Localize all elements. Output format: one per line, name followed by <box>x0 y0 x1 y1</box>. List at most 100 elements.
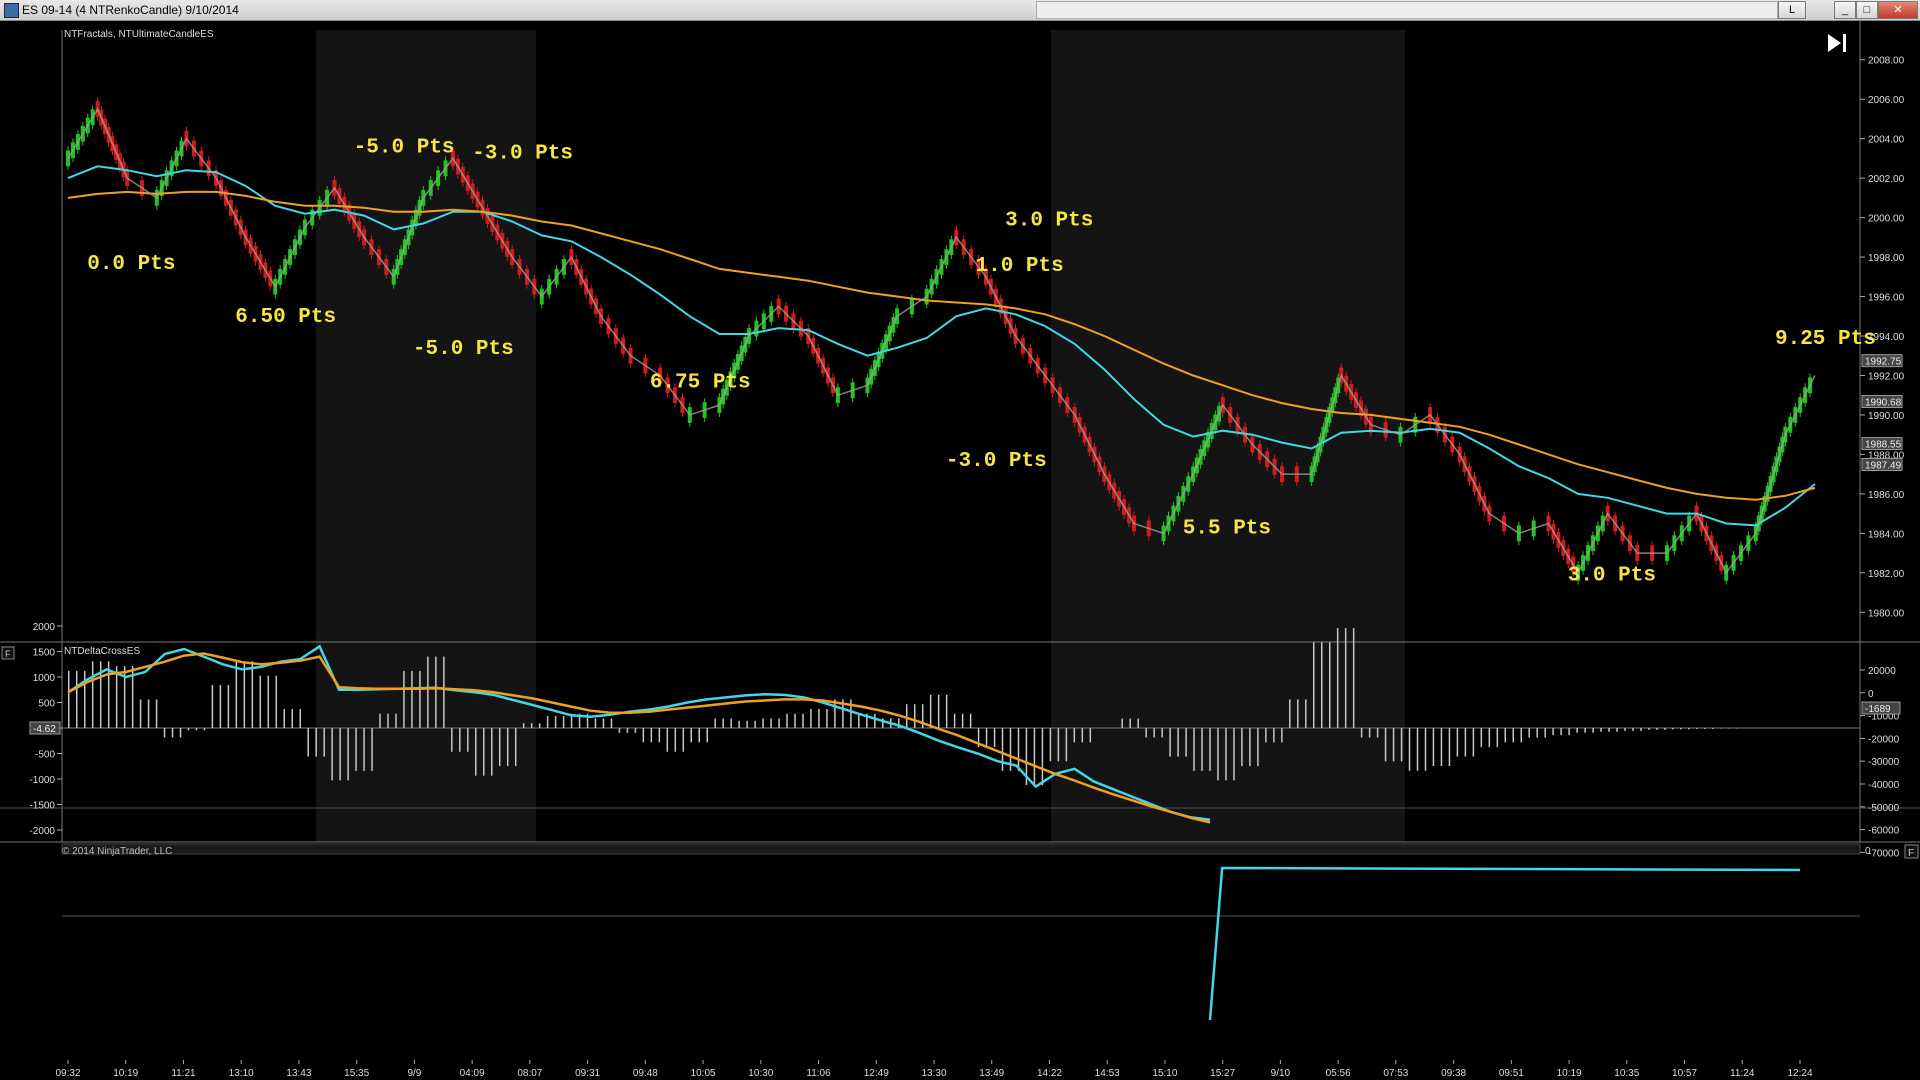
delta-histogram-bar <box>139 699 142 728</box>
maximize-button[interactable]: □ <box>1856 1 1878 19</box>
delta-histogram-bar <box>1440 728 1443 767</box>
x-tick-label: 13:30 <box>921 1068 946 1079</box>
panel-float-glyph: F <box>5 649 11 659</box>
delta-histogram-bar <box>1312 642 1315 728</box>
delta-histogram-bar <box>674 728 677 752</box>
delta-histogram-bar <box>1297 699 1299 728</box>
chart-canvas[interactable]: NTFractals, NTUltimateCandleES NTDeltaCr… <box>0 20 1920 1080</box>
delta-histogram-bar <box>1352 628 1355 728</box>
delta-histogram-bar <box>706 728 708 743</box>
delta-histogram-bar <box>155 699 158 728</box>
delta-histogram-bar <box>1057 728 1060 762</box>
delta-histogram-bar <box>219 685 222 728</box>
delta-right-tick-label: -60000 <box>1868 826 1900 837</box>
delta-histogram-bar <box>1648 728 1650 730</box>
x-tick-label: 13:49 <box>979 1068 1004 1079</box>
delta-histogram-bar <box>1584 728 1586 733</box>
x-tick-label: 09:51 <box>1499 1068 1524 1079</box>
delta-histogram-bar <box>610 718 613 728</box>
delta-histogram-bar <box>91 661 94 728</box>
delta-histogram-bar <box>1177 728 1179 757</box>
delta-histogram-bar <box>171 728 174 738</box>
trade-result-label: 9.25 Pts <box>1775 328 1876 351</box>
session-shade <box>1051 662 1405 842</box>
delta-histogram-bar <box>235 661 238 728</box>
delta-left-tick-label: -500 <box>35 750 55 761</box>
minimize-button[interactable]: _ <box>1834 1 1856 19</box>
delta-histogram-bar <box>1632 728 1634 731</box>
y-tick-label: 1986.00 <box>1868 490 1905 501</box>
trade-result-label: 3.0 Pts <box>1568 565 1656 588</box>
price-marker-label: 1990.68 <box>1865 398 1902 409</box>
delta-histogram-bar <box>522 723 525 728</box>
trade-result-label: 5.5 Pts <box>1183 517 1271 540</box>
delta-histogram-bar <box>1161 728 1163 738</box>
delta-histogram-bar <box>339 728 341 781</box>
delta-histogram-bar <box>1504 728 1507 743</box>
delta-histogram-bar <box>435 656 437 728</box>
delta-histogram-bar <box>1416 728 1419 771</box>
delta-histogram-bar <box>1129 718 1131 728</box>
delta-histogram-bar <box>1368 728 1371 738</box>
x-tick-label: 12:24 <box>1787 1068 1812 1079</box>
delta-histogram-bar <box>1464 728 1467 757</box>
delta-histogram-bar <box>538 723 541 728</box>
delta-right-tick-label: -40000 <box>1868 780 1900 791</box>
price-marker-label: 1992.75 <box>1865 357 1902 368</box>
delta-histogram-bar <box>1145 728 1147 738</box>
delta-histogram-bar <box>530 723 533 728</box>
delta-histogram-bar <box>203 728 206 731</box>
y-tick-label: 2008.00 <box>1868 56 1905 67</box>
trade-result-label: 0.0 Pts <box>87 253 175 276</box>
delta-histogram-bar <box>1608 728 1610 732</box>
close-button[interactable]: ✕ <box>1878 1 1918 19</box>
delta-histogram-bar <box>403 670 405 728</box>
delta-histogram-bar <box>76 670 78 728</box>
trade-result-label: -5.0 Pts <box>354 136 455 159</box>
delta-histogram-bar <box>730 718 732 728</box>
delta-histogram-bar <box>1400 728 1403 762</box>
delta-histogram-bar <box>913 704 916 728</box>
window-titlebar: ES 09-14 (4 NTRenkoCandle) 9/10/2014 L _… <box>0 0 1920 21</box>
delta-histogram-bar <box>419 670 421 728</box>
delta-histogram-bar <box>243 661 246 728</box>
x-tick-label: 15:27 <box>1210 1068 1235 1079</box>
x-tick-label: 14:53 <box>1095 1068 1120 1079</box>
delta-histogram-bar <box>1041 728 1044 786</box>
skip-to-end-icon[interactable] <box>1828 34 1846 52</box>
delta-histogram-bar <box>1209 728 1211 771</box>
delta-histogram-bar <box>1488 728 1491 748</box>
delta-histogram-bar <box>1688 728 1690 730</box>
delta-histogram-bar <box>1448 728 1451 767</box>
delta-histogram-bar <box>395 713 397 728</box>
delta-histogram-bar <box>650 728 653 743</box>
delta-histogram-bar <box>1384 728 1387 762</box>
delta-histogram-bar <box>1281 728 1283 743</box>
y-tick-label: 1992.00 <box>1868 371 1905 382</box>
price-marker-label: 1987.49 <box>1865 460 1902 471</box>
session-shade <box>1051 30 1405 670</box>
delta-histogram-bar <box>1121 718 1123 728</box>
delta-histogram-bar <box>554 716 557 728</box>
delta-histogram-bar <box>1704 728 1706 729</box>
delta-histogram-bar <box>1656 728 1658 730</box>
delta-histogram-bar <box>147 699 150 728</box>
delta-histogram-bar <box>1185 728 1187 757</box>
time-scrollbar[interactable] <box>61 843 1861 855</box>
delta-histogram-bar <box>810 708 812 728</box>
delta-right-tick-label: -20000 <box>1868 734 1900 745</box>
x-tick-label: 11:21 <box>171 1068 196 1079</box>
delta-right-tick-label: 20000 <box>1868 666 1896 677</box>
y-tick-label: 2006.00 <box>1868 95 1905 106</box>
window-title: ES 09-14 (4 NTRenkoCandle) 9/10/2014 <box>22 3 239 17</box>
delta-histogram-bar <box>690 728 692 743</box>
link-button[interactable]: L <box>1778 1 1806 19</box>
trade-result-label: -3.0 Pts <box>472 142 573 165</box>
delta-histogram-bar <box>754 720 756 728</box>
delta-histogram-bar <box>411 670 413 728</box>
delta-histogram-bar <box>698 728 700 743</box>
delta-histogram-bar <box>1520 728 1523 743</box>
delta-histogram-bar <box>427 656 429 728</box>
delta-histogram-bar <box>1552 728 1554 736</box>
y-tick-label: 1998.00 <box>1868 253 1905 264</box>
